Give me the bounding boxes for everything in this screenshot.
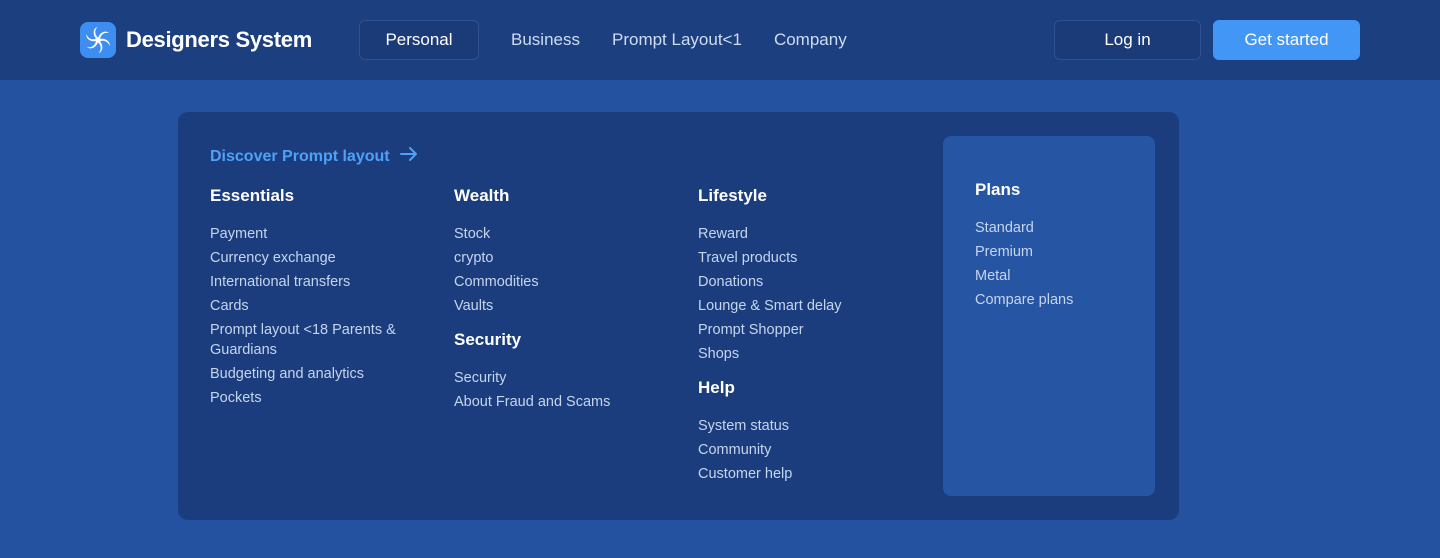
menu-link-international-transfers[interactable]: International transfers bbox=[210, 272, 440, 292]
top-navigation-bar: Designers System Personal Business Promp… bbox=[0, 0, 1440, 80]
lifestyle-heading: Lifestyle bbox=[698, 186, 767, 205]
menu-link-commodities[interactable]: Commodities bbox=[454, 272, 684, 292]
security-heading: Security bbox=[454, 330, 522, 349]
menu-link-currency-exchange[interactable]: Currency exchange bbox=[210, 248, 440, 268]
wealth-column: Wealth Stock crypto Commodities Vaults S… bbox=[454, 186, 684, 416]
menu-link-shops[interactable]: Shops bbox=[698, 344, 928, 364]
menu-link-stock[interactable]: Stock bbox=[454, 224, 684, 244]
main-nav: Personal Business Prompt Layout<1 Compan… bbox=[359, 20, 847, 60]
menu-link-customer-help[interactable]: Customer help bbox=[698, 464, 928, 484]
plans-heading: Plans bbox=[975, 180, 1021, 199]
menu-link-system-status[interactable]: System status bbox=[698, 416, 928, 436]
get-started-button[interactable]: Get started bbox=[1213, 20, 1360, 60]
personal-mega-menu: Discover Prompt layout Essentials Paymen… bbox=[178, 112, 1179, 520]
login-button[interactable]: Log in bbox=[1054, 20, 1201, 60]
menu-link-travel-products[interactable]: Travel products bbox=[698, 248, 928, 268]
menu-link-standard[interactable]: Standard bbox=[975, 218, 1123, 238]
brand-name: Designers System bbox=[126, 27, 312, 52]
menu-link-crypto[interactable]: crypto bbox=[454, 248, 684, 268]
discover-label: Discover Prompt layout bbox=[210, 147, 390, 165]
menu-link-prompt-shopper[interactable]: Prompt Shopper bbox=[698, 320, 928, 340]
menu-link-vaults[interactable]: Vaults bbox=[454, 296, 684, 316]
menu-link-cards[interactable]: Cards bbox=[210, 296, 440, 316]
menu-link-premium[interactable]: Premium bbox=[975, 242, 1123, 262]
swirl-logo-icon bbox=[80, 22, 116, 58]
wealth-heading: Wealth bbox=[454, 186, 510, 205]
menu-link-payment[interactable]: Payment bbox=[210, 224, 440, 244]
plans-card: Plans Standard Premium Metal Compare pla… bbox=[943, 136, 1155, 496]
menu-link-donations[interactable]: Donations bbox=[698, 272, 928, 292]
nav-prompt-layout[interactable]: Prompt Layout<1 bbox=[612, 20, 742, 60]
essentials-heading: Essentials bbox=[210, 186, 295, 205]
brand-home-link[interactable]: Designers System bbox=[80, 22, 312, 58]
menu-link-metal[interactable]: Metal bbox=[975, 266, 1123, 286]
essentials-column: Essentials Payment Currency exchange Int… bbox=[210, 186, 440, 412]
menu-link-compare-plans[interactable]: Compare plans bbox=[975, 290, 1123, 310]
menu-link-parents-guardians[interactable]: Prompt layout <18 Parents & Guardians bbox=[210, 320, 410, 360]
nav-personal[interactable]: Personal bbox=[359, 20, 479, 60]
arrow-right-icon bbox=[399, 146, 418, 167]
nav-business[interactable]: Business bbox=[511, 20, 580, 60]
menu-link-security[interactable]: Security bbox=[454, 368, 684, 388]
menu-link-lounge-smart-delay[interactable]: Lounge & Smart delay bbox=[698, 296, 928, 316]
discover-prompt-layout-link[interactable]: Discover Prompt layout bbox=[210, 146, 418, 167]
nav-company[interactable]: Company bbox=[774, 20, 847, 60]
lifestyle-column: Lifestyle Reward Travel products Donatio… bbox=[698, 186, 928, 488]
menu-link-budgeting-analytics[interactable]: Budgeting and analytics bbox=[210, 364, 440, 384]
menu-link-community[interactable]: Community bbox=[698, 440, 928, 460]
help-heading: Help bbox=[698, 378, 735, 397]
menu-link-reward[interactable]: Reward bbox=[698, 224, 928, 244]
menu-link-pockets[interactable]: Pockets bbox=[210, 388, 440, 408]
menu-link-fraud-scams[interactable]: About Fraud and Scams bbox=[454, 392, 684, 412]
